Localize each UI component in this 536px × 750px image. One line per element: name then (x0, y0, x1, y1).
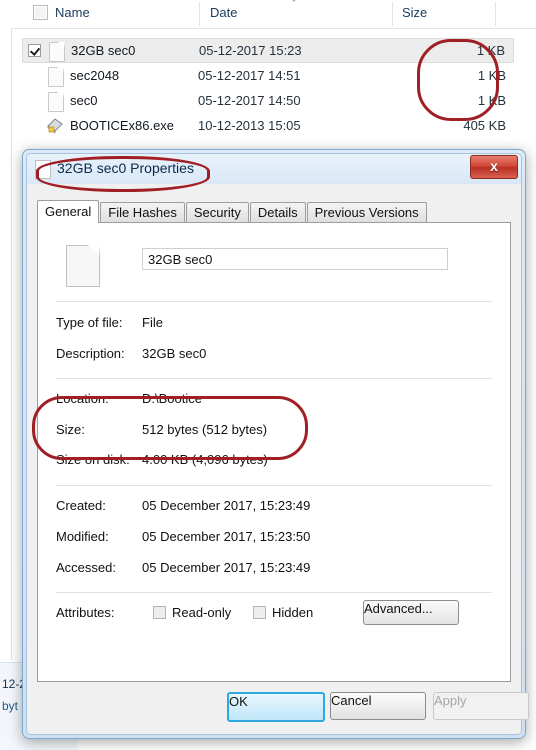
column-header-date[interactable]: Date (210, 5, 237, 20)
column-divider-3[interactable] (495, 2, 496, 26)
description-value: 32GB sec0 (142, 346, 207, 361)
dialog-inner-frame: 32GB sec0 Properties x General File Hash… (26, 153, 529, 735)
modified-label: Modified: (56, 529, 109, 544)
explorer-left-rail (0, 0, 12, 660)
file-date: 05-12-2017 15:23 (199, 43, 302, 58)
ok-button[interactable]: OK (227, 692, 325, 722)
accessed-label: Accessed: (56, 560, 116, 575)
divider-2 (56, 378, 492, 379)
divider-3 (56, 485, 492, 486)
file-document-icon (48, 67, 64, 87)
size-on-disk-value: 4.00 KB (4,096 bytes) (142, 452, 268, 467)
size-on-disk-label: Size on disk: (56, 452, 130, 467)
table-row[interactable]: 32GB sec0 05-12-2017 15:23 1 KB (22, 38, 514, 63)
column-header-size[interactable]: Size (402, 5, 427, 20)
file-document-icon (35, 160, 51, 179)
divider-1 (56, 301, 492, 302)
location-label: Location: (56, 391, 109, 406)
hidden-label[interactable]: Hidden (272, 605, 313, 620)
file-name: BOOTICEx86.exe (70, 118, 175, 133)
select-all-checkbox[interactable] (33, 5, 48, 20)
table-row[interactable]: BOOTICEx86.exe 10-12-2013 15:05 405 KB (22, 114, 514, 139)
file-name: sec2048 (70, 68, 120, 83)
file-size: 1 KB (477, 68, 506, 83)
apply-button: Apply (433, 692, 529, 720)
tab-security[interactable]: Security (185, 202, 249, 223)
column-header-name[interactable]: Name (55, 5, 90, 20)
table-row[interactable]: sec2048 05-12-2017 14:51 1 KB (22, 64, 514, 89)
tab-details[interactable]: Details (249, 202, 306, 223)
file-document-icon (49, 42, 65, 62)
tab-previous-versions[interactable]: Previous Versions (306, 202, 427, 223)
description-label: Description: (56, 346, 125, 361)
attributes-label: Attributes: (56, 605, 115, 620)
file-date: 10-12-2013 15:05 (198, 118, 301, 133)
location-value: D:\Bootice (142, 391, 202, 406)
dialog-tabstrip: General File Hashes Security Details Pre… (37, 200, 428, 223)
tab-general[interactable]: General (37, 200, 100, 223)
read-only-checkbox[interactable] (153, 606, 166, 619)
created-value: 05 December 2017, 15:23:49 (142, 498, 311, 513)
accessed-value: 05 December 2017, 15:23:49 (142, 560, 311, 575)
file-size: 405 KB (463, 118, 506, 133)
type-of-file-label: Type of file: (56, 315, 123, 330)
advanced-button[interactable]: Advanced... (363, 600, 459, 625)
file-size: 1 KB (476, 43, 505, 58)
column-divider-1[interactable] (199, 2, 200, 26)
sort-ascending-arrow-icon (285, 0, 303, 2)
file-name: 32GB sec0 (71, 43, 136, 58)
created-label: Created: (56, 498, 106, 513)
cancel-button[interactable]: Cancel (330, 692, 426, 720)
modified-value: 05 December 2017, 15:23:50 (142, 529, 311, 544)
dialog-title: 32GB sec0 Properties (57, 160, 194, 176)
table-row[interactable]: sec0 05-12-2017 14:50 1 KB (22, 89, 514, 114)
size-value: 512 bytes (512 bytes) (142, 422, 268, 437)
type-of-file-value: File (142, 315, 163, 330)
dialog-body: General File Hashes Security Details Pre… (27, 184, 529, 734)
executable-app-icon (46, 117, 64, 135)
tab-file-hashes[interactable]: File Hashes (100, 202, 185, 223)
row-checkbox-checked-icon[interactable] (28, 44, 41, 57)
read-only-label[interactable]: Read-only (172, 605, 231, 620)
dialog-title-bar[interactable]: 32GB sec0 Properties x (27, 154, 521, 184)
file-properties-dialog: 32GB sec0 Properties x General File Hash… (22, 149, 529, 739)
status-line-2: byt (2, 699, 19, 713)
divider-4 (56, 592, 492, 593)
close-icon[interactable]: x (470, 155, 518, 179)
screen-root: Name Date Size 32GB sec0 05-12-2017 15:2… (0, 0, 536, 750)
file-document-icon (66, 245, 100, 287)
file-name: sec0 (70, 93, 98, 108)
size-label: Size: (56, 422, 85, 437)
file-date: 05-12-2017 14:50 (198, 93, 301, 108)
file-document-icon (48, 92, 64, 112)
file-date: 05-12-2017 14:51 (198, 68, 301, 83)
hidden-checkbox[interactable] (253, 606, 266, 619)
column-divider-2[interactable] (392, 2, 393, 26)
dialog-button-bar: OK Cancel Apply (27, 682, 529, 734)
file-size: 1 KB (477, 93, 506, 108)
tab-panel-general: Type of file: File Description: 32GB sec… (37, 222, 511, 682)
file-list-column-headers: Name Date Size (11, 0, 536, 29)
filename-input[interactable] (142, 248, 448, 270)
